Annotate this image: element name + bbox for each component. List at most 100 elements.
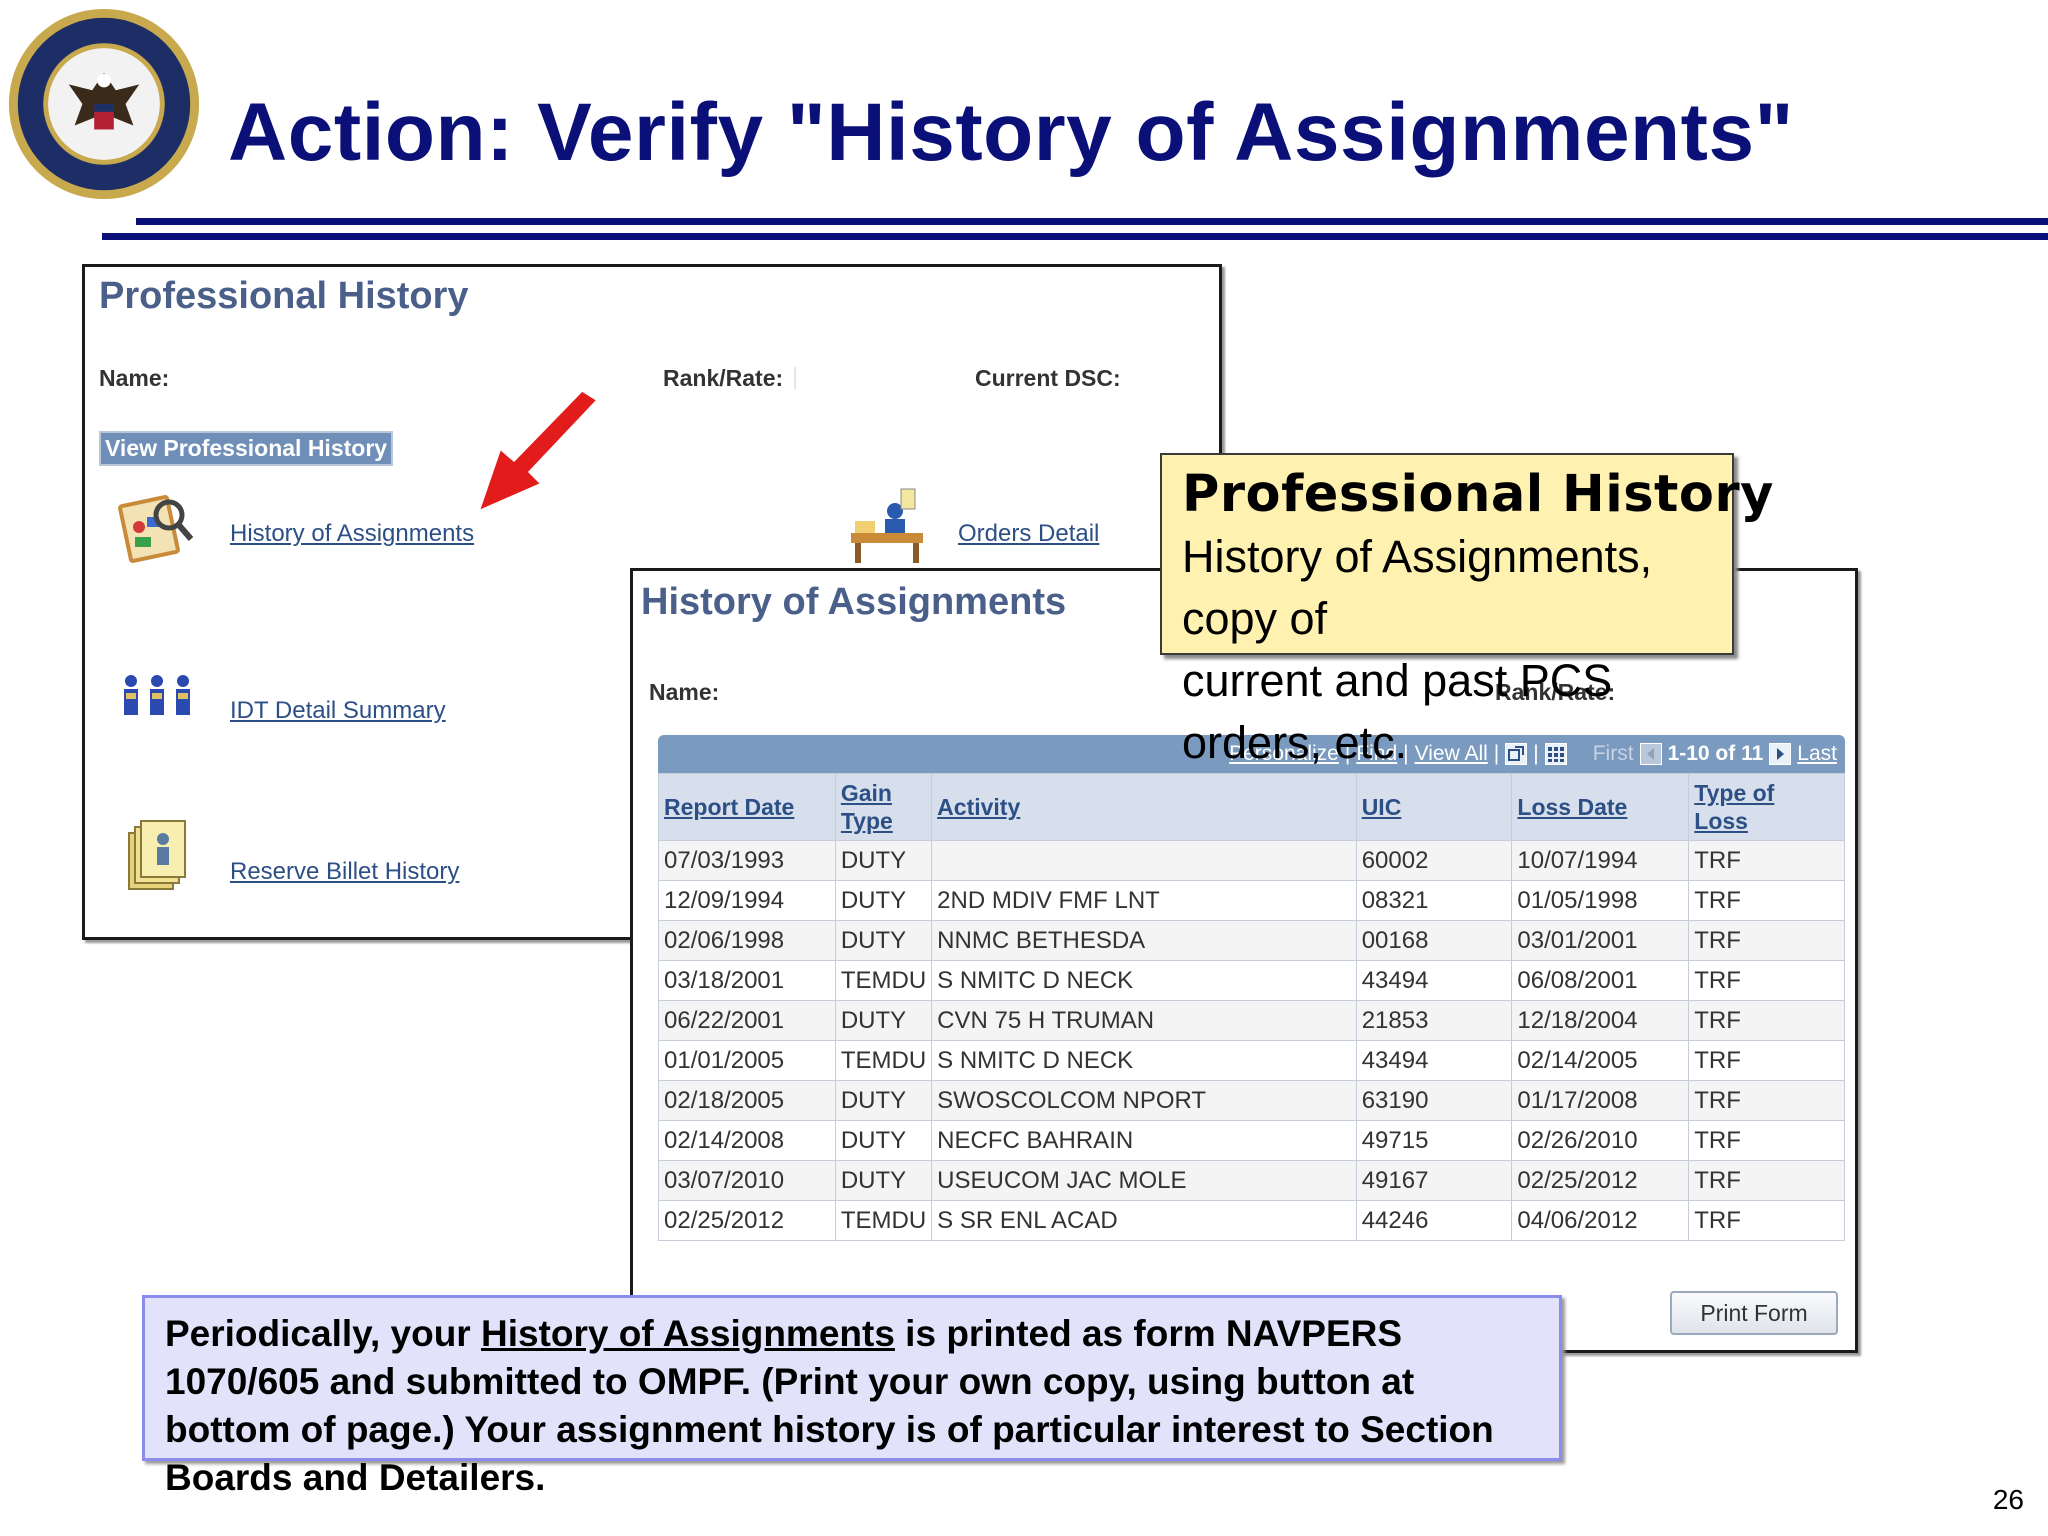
reserve-billet-history-link[interactable]: Reserve Billet History (230, 858, 459, 886)
red-arrow-icon (475, 390, 601, 515)
callout-line-2: current and past PCS orders, etc. (1182, 655, 1613, 768)
next-arrow-icon[interactable] (1769, 743, 1792, 765)
table-row: 03/07/2010 DUTY USEUCOM JAC MOLE 49167 0… (658, 1160, 1845, 1201)
cell-uic: 63190 (1355, 1080, 1513, 1121)
table-row: 02/06/1998 DUTY NNMC BETHESDA 00168 03/0… (658, 920, 1845, 961)
note-text-1: Periodically, your (165, 1313, 481, 1354)
cell-report-date: 02/14/2008 (658, 1120, 836, 1161)
table-row: 03/18/2001 TEMDU S NMITC D NECK 43494 06… (658, 960, 1845, 1001)
cell-gain-type: DUTY (834, 1000, 933, 1041)
current-dsc-label: Current DSC: (975, 365, 1121, 391)
cell-uic: 60002 (1355, 840, 1513, 881)
cell-activity (931, 840, 1357, 881)
col-uic[interactable]: UIC (1355, 773, 1513, 841)
cell-type-of-loss: TRF (1688, 1200, 1845, 1241)
cell-type-of-loss: TRF (1688, 840, 1845, 881)
cell-report-date: 03/07/2010 (658, 1160, 836, 1201)
note-link-text: History of Assignments (480, 1313, 895, 1354)
orders-detail-link[interactable]: Orders Detail (958, 520, 1099, 548)
cell-type-of-loss: TRF (1688, 1040, 1845, 1081)
orders-detail-icon (851, 488, 923, 563)
cell-uic: 43494 (1355, 960, 1513, 1001)
cell-activity: NECFC BAHRAIN (931, 1120, 1357, 1161)
cell-loss-date: 02/26/2010 (1511, 1120, 1690, 1161)
callout-title: Professional History (1182, 465, 1774, 524)
cell-gain-type: DUTY (834, 840, 933, 881)
bottom-note: Periodically, your History of Assignment… (142, 1295, 1562, 1498)
idt-detail-icon (124, 675, 190, 715)
rank-value-divider (794, 367, 796, 389)
col-activity[interactable]: Activity (931, 773, 1357, 841)
cell-report-date: 02/25/2012 (658, 1200, 836, 1241)
callout-line-1: History of Assignments, copy of (1182, 531, 1653, 644)
cell-report-date: 02/06/1998 (658, 920, 836, 961)
cell-gain-type: DUTY (834, 1160, 933, 1201)
history-of-assignments-icon (118, 494, 194, 564)
assignments-grid: Personalize | Find | View All | | First … (658, 735, 1845, 1241)
professional-history-callout: Professional History History of Assignme… (1160, 453, 1774, 768)
table-row: 02/25/2012 TEMDU S SR ENL ACAD 44246 04/… (658, 1200, 1845, 1241)
cell-loss-date: 02/14/2005 (1511, 1040, 1690, 1081)
name-label: Name: (99, 365, 170, 391)
cell-activity: S SR ENL ACAD (931, 1200, 1357, 1241)
cell-activity: NNMC BETHESDA (931, 920, 1357, 961)
cell-report-date: 03/18/2001 (658, 960, 836, 1001)
table-row: 07/03/1993 DUTY 60002 10/07/1994 TRF (658, 840, 1845, 881)
cell-gain-type: TEMDU (834, 960, 933, 1001)
cell-uic: 43494 (1355, 1040, 1513, 1081)
cell-gain-type: TEMDU (834, 1200, 933, 1241)
table-row: 02/14/2008 DUTY NECFC BAHRAIN 49715 02/2… (658, 1120, 1845, 1161)
cell-type-of-loss: TRF (1688, 880, 1845, 921)
print-form-button[interactable]: Print Form (1670, 1291, 1838, 1335)
cell-uic: 08321 (1355, 880, 1513, 921)
history-of-assignments-link[interactable]: History of Assignments (230, 520, 474, 548)
cell-uic: 00168 (1355, 920, 1513, 961)
cell-loss-date: 01/05/1998 (1511, 880, 1690, 921)
rank-label: Rank/Rate: (663, 365, 784, 391)
col-type-of-loss[interactable]: Type of Loss (1688, 773, 1845, 841)
cell-loss-date: 02/25/2012 (1511, 1160, 1690, 1201)
cell-type-of-loss: TRF (1688, 1160, 1845, 1201)
page-number: 26 (1992, 1484, 2024, 1515)
cell-report-date: 01/01/2005 (658, 1040, 836, 1081)
history-of-assignments-title: History of Assignments (641, 581, 1067, 623)
cell-uic: 49715 (1355, 1120, 1513, 1161)
cell-gain-type: TEMDU (834, 1040, 933, 1081)
idt-detail-summary-link[interactable]: IDT Detail Summary (230, 697, 446, 725)
col-type-of-loss-line2: Loss (1694, 808, 1748, 834)
col-loss-date[interactable]: Loss Date (1511, 773, 1690, 841)
cell-activity: SWOSCOLCOM NPORT (931, 1080, 1357, 1121)
reserve-billet-icon (128, 820, 186, 890)
col-type-of-loss-line1: Type of (1694, 780, 1775, 806)
assignments-table: Report Date Gain Type Activity UIC Loss D… (658, 773, 1845, 1241)
col-gain-type[interactable]: Gain Type (834, 773, 933, 841)
table-row: 06/22/2001 DUTY CVN 75 H TRUMAN 21853 12… (658, 1000, 1845, 1041)
cell-report-date: 06/22/2001 (658, 1000, 836, 1041)
cell-gain-type: DUTY (834, 1080, 933, 1121)
cell-gain-type: DUTY (834, 880, 933, 921)
view-professional-history-button[interactable]: View Professional History (99, 431, 394, 466)
callout-body: History of Assignments, copy of current … (1182, 526, 1712, 774)
cell-gain-type: DUTY (834, 1120, 933, 1161)
cell-gain-type: DUTY (834, 920, 933, 961)
cell-loss-date: 06/08/2001 (1511, 960, 1690, 1001)
cell-loss-date: 01/17/2008 (1511, 1080, 1690, 1121)
navy-seal-icon (8, 8, 200, 200)
col-gain-type-line2: Type (840, 808, 893, 834)
ha-name-label: Name: (649, 679, 720, 705)
title-rule-top (136, 218, 2048, 225)
cell-loss-date: 12/18/2004 (1511, 1000, 1690, 1041)
professional-history-title: Professional History (99, 275, 469, 317)
cell-uic: 44246 (1355, 1200, 1513, 1241)
table-row: 12/09/1994 DUTY 2ND MDIV FMF LNT 08321 0… (658, 880, 1845, 921)
cell-type-of-loss: TRF (1688, 960, 1845, 1001)
col-report-date[interactable]: Report Date (658, 773, 836, 841)
cell-activity: S NMITC D NECK (931, 960, 1357, 1001)
cell-activity: 2ND MDIV FMF LNT (931, 880, 1357, 921)
cell-activity: CVN 75 H TRUMAN (931, 1000, 1357, 1041)
cell-report-date: 02/18/2005 (658, 1080, 836, 1121)
last-link[interactable]: Last (1797, 742, 1837, 766)
cell-type-of-loss: TRF (1688, 1000, 1845, 1041)
cell-type-of-loss: TRF (1688, 920, 1845, 961)
cell-uic: 21853 (1355, 1000, 1513, 1041)
